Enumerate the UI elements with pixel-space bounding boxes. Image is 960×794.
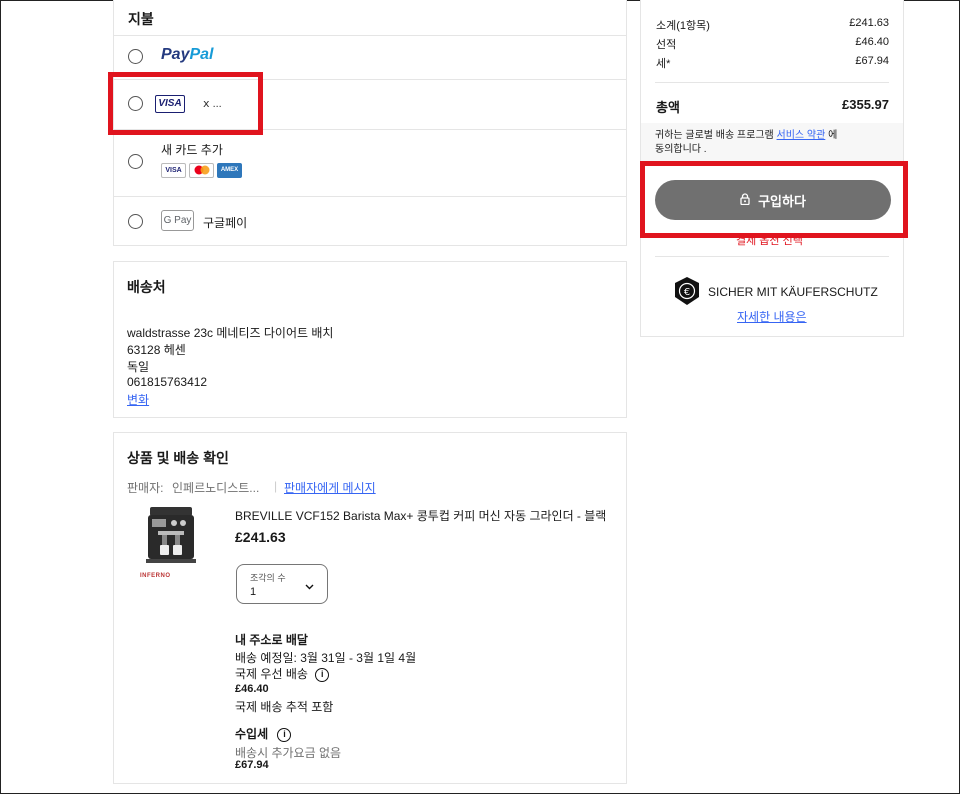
shipping-section: 배송처 waldstrasse 23c 메네티즈 다이어트 배치 63128 헤…: [113, 261, 627, 418]
euro-shield-icon: €: [674, 276, 700, 309]
phone-number: 061815763412: [127, 375, 208, 389]
address-line-1: waldstrasse 23c 메네티즈 다이어트 배치: [127, 326, 334, 340]
quantity-select[interactable]: 조각의 수 1: [236, 564, 328, 604]
tax-row: 세* £67.94: [656, 55, 889, 71]
payment-title: 지불: [128, 11, 154, 27]
seller-name: 인페르노디스트...: [172, 481, 260, 495]
shipping-label: 선적: [656, 39, 677, 51]
payment-option-new-card[interactable]: 새 카드 추가 VISA AMEX: [114, 129, 626, 196]
product-image[interactable]: INFERNO: [138, 505, 204, 587]
svg-text:€: €: [684, 287, 690, 298]
shipping-value: £46.40: [855, 36, 889, 48]
info-icon[interactable]: i: [315, 667, 330, 682]
terms-text-line1: 귀하는 글로벌 배송 프로그램 서비스 약관 에: [655, 130, 838, 141]
new-card-label: 새 카드 추가: [161, 143, 223, 157]
learn-more-link[interactable]: 자세한 내용은: [737, 308, 807, 325]
new-card-radio[interactable]: [128, 154, 143, 169]
subtotal-label: 소계(1항목): [656, 20, 710, 32]
shipping-method: 국제 우선 배송 i: [235, 665, 330, 682]
subtotal-value: £241.63: [849, 17, 889, 29]
message-seller-link[interactable]: 판매자에게 메시지: [284, 479, 376, 496]
mastercard-mini-icon: [189, 163, 214, 178]
shipping-row: 선적 £46.40: [656, 36, 889, 52]
product-title[interactable]: BREVILLE VCF152 Barista Max+ 콩투컵 커피 머신 자…: [235, 507, 606, 524]
info-icon[interactable]: i: [277, 727, 292, 742]
total-row: 총액 £355.97: [656, 97, 889, 116]
tax-value: £67.94: [855, 55, 889, 67]
quantity-value: 1: [250, 586, 257, 598]
payment-option-googlepay[interactable]: G Pay 구글페이: [114, 196, 626, 246]
seller-divider: |: [274, 479, 278, 493]
buyer-protection-label: SICHER MIT KÄUFERSCHUTZ: [708, 285, 878, 299]
review-title: 상품 및 배송 확인: [127, 450, 229, 466]
visa-mini-icon: VISA: [161, 163, 186, 178]
highlight-box-visa: [108, 72, 263, 135]
subtotal-row: 소계(1항목) £241.63: [656, 17, 889, 33]
quantity-label: 조각의 수: [250, 573, 286, 583]
paypal-logo-icon: PayPal: [161, 46, 214, 63]
googlepay-logo-icon: G Pay: [161, 210, 194, 231]
import-tax: 수입세 i: [235, 725, 292, 742]
terms-link[interactable]: 서비스 약관: [777, 130, 826, 141]
shipping-title: 배송처: [127, 279, 166, 295]
chevron-down-icon: [305, 579, 314, 593]
googlepay-radio[interactable]: [128, 214, 143, 229]
summary-divider: [655, 82, 889, 83]
total-value: £355.97: [842, 97, 889, 112]
total-label: 총액: [656, 100, 680, 115]
tracking-note: 국제 배송 추적 포함: [235, 700, 334, 714]
change-address-link[interactable]: 변화: [127, 391, 149, 408]
summary-divider-2: [655, 256, 889, 257]
delivery-heading: 내 주소로 배달: [235, 633, 308, 647]
delivery-estimate: 배송 예정일: 3월 31일 - 3월 1일 4월: [235, 651, 417, 665]
product-price: £241.63: [235, 529, 286, 545]
import-cost: £67.94: [235, 759, 269, 771]
review-section: 상품 및 배송 확인 판매자: 인페르노디스트... | 판매자에게 메시지 I…: [113, 432, 627, 784]
shipping-cost: £46.40: [235, 683, 269, 695]
address-line-2: 63128 헤센: [127, 343, 186, 357]
paypal-radio[interactable]: [128, 49, 143, 64]
product-image-brand: INFERNO: [140, 573, 171, 579]
address-line-3: 독일: [127, 360, 150, 374]
shipping-method-label: 국제 우선 배송: [235, 667, 308, 681]
highlight-box-buy: [640, 161, 908, 238]
import-tax-heading: 수입세: [235, 727, 269, 741]
googlepay-label: 구글페이: [203, 216, 248, 230]
amex-mini-icon: AMEX: [217, 163, 242, 178]
seller-label: 판매자:: [127, 481, 164, 495]
terms-text-line2: 동의합니다 .: [655, 144, 707, 155]
tax-label: 세*: [656, 58, 671, 70]
terms-box: 귀하는 글로벌 배송 프로그램 서비스 약관 에 동의합니다 .: [641, 123, 903, 161]
